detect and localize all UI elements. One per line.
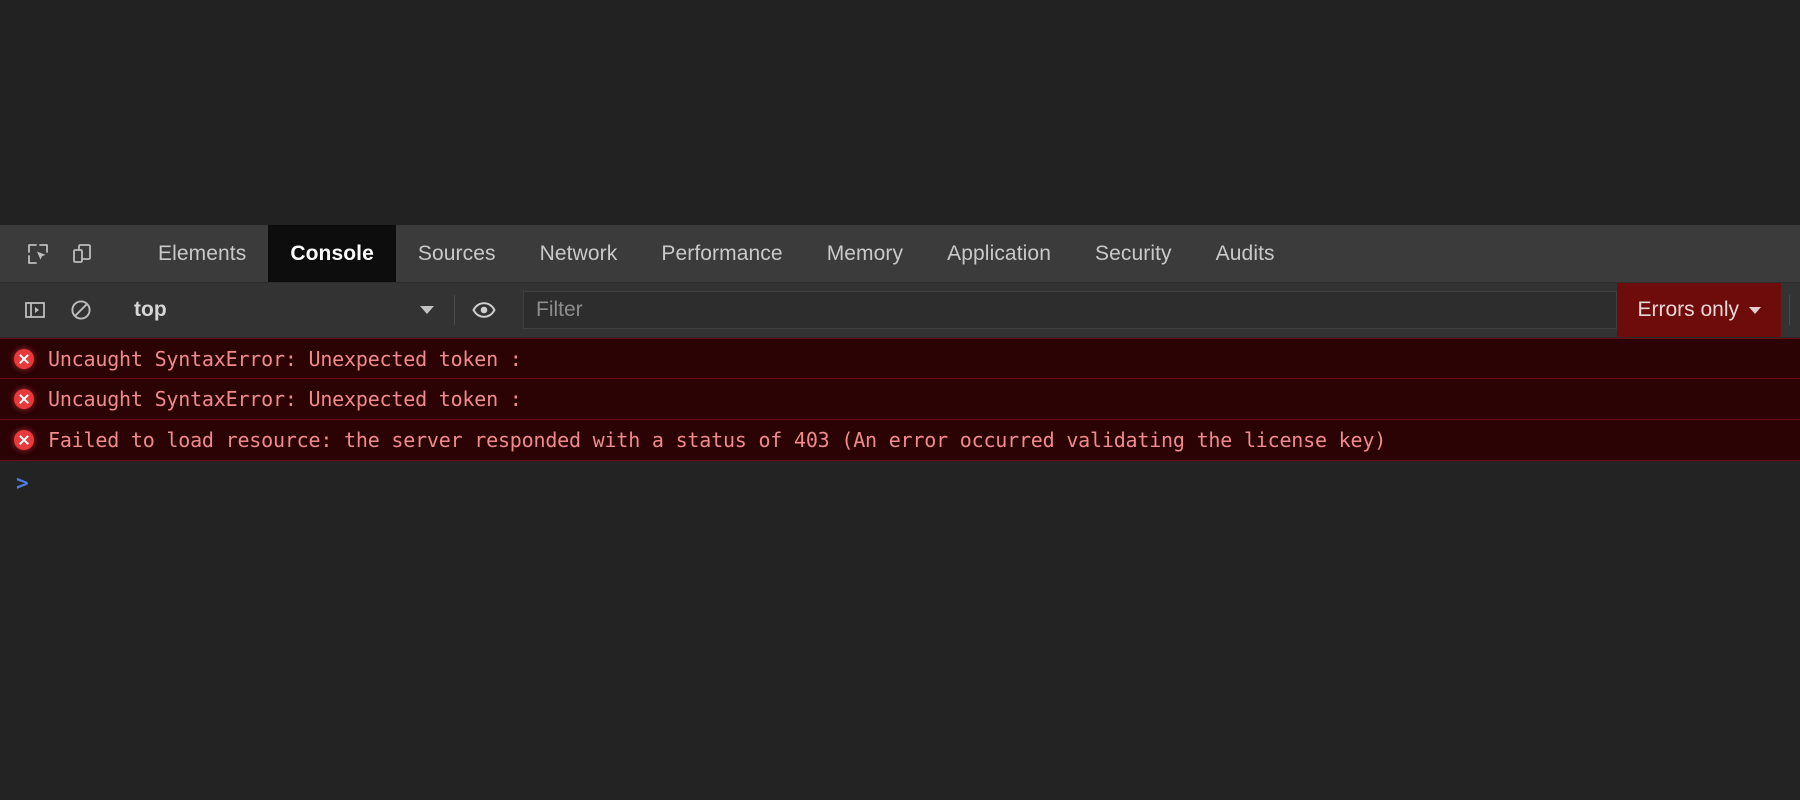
console-prompt-input[interactable] [40, 467, 1800, 499]
console-message-row[interactable]: Uncaught SyntaxError: Unexpected token : [0, 379, 1800, 420]
console-message-row[interactable]: Uncaught SyntaxError: Unexpected token : [0, 338, 1800, 379]
page-viewport [0, 0, 1800, 225]
log-level-selector[interactable]: Errors only [1617, 283, 1781, 337]
chevron-down-icon [420, 306, 434, 314]
toolbar-divider-right [1789, 295, 1790, 325]
devtools-panel: Elements Console Sources Network Perform… [0, 225, 1800, 800]
device-toolbar-icon[interactable] [60, 232, 104, 276]
show-console-sidebar-icon[interactable] [12, 288, 58, 332]
error-circle-icon [14, 430, 34, 450]
devtools-screenshot: Elements Console Sources Network Perform… [0, 0, 1800, 800]
devtools-tabs: Elements Console Sources Network Perform… [136, 225, 1297, 282]
toolbar-divider [454, 295, 455, 325]
tab-console[interactable]: Console [268, 225, 396, 282]
console-toolbar: top Errors only [0, 283, 1800, 338]
console-message-text: Failed to load resource: the server resp… [48, 428, 1387, 452]
tab-security[interactable]: Security [1073, 225, 1194, 282]
console-message-text: Uncaught SyntaxError: Unexpected token : [48, 346, 522, 371]
tab-elements[interactable]: Elements [136, 225, 268, 282]
console-prompt-row[interactable]: > [0, 461, 1800, 505]
tab-network[interactable]: Network [518, 225, 640, 282]
devtools-tabbar: Elements Console Sources Network Perform… [0, 225, 1800, 283]
console-message-text: Uncaught SyntaxError: Unexpected token : [48, 387, 522, 411]
tab-sources[interactable]: Sources [396, 225, 518, 282]
chevron-down-icon [1749, 306, 1761, 314]
execution-context-value: top [134, 298, 167, 321]
live-expression-eye-icon[interactable] [461, 288, 507, 332]
execution-context-selector[interactable]: top [122, 288, 448, 332]
error-circle-icon [14, 389, 34, 409]
prompt-chevron-icon: > [16, 471, 29, 495]
error-circle-icon [14, 348, 34, 369]
clear-console-icon[interactable] [58, 288, 104, 332]
console-filter-input[interactable] [523, 291, 1618, 329]
tab-audits[interactable]: Audits [1194, 225, 1297, 282]
tab-application[interactable]: Application [925, 225, 1073, 282]
inspect-element-icon[interactable] [16, 232, 60, 276]
console-message-list: Uncaught SyntaxError: Unexpected token :… [0, 338, 1800, 800]
tab-memory[interactable]: Memory [805, 225, 925, 282]
tab-performance[interactable]: Performance [639, 225, 804, 282]
log-level-label: Errors only [1637, 298, 1739, 321]
devtools-tool-icons [0, 225, 110, 282]
console-message-row[interactable]: Failed to load resource: the server resp… [0, 420, 1800, 461]
